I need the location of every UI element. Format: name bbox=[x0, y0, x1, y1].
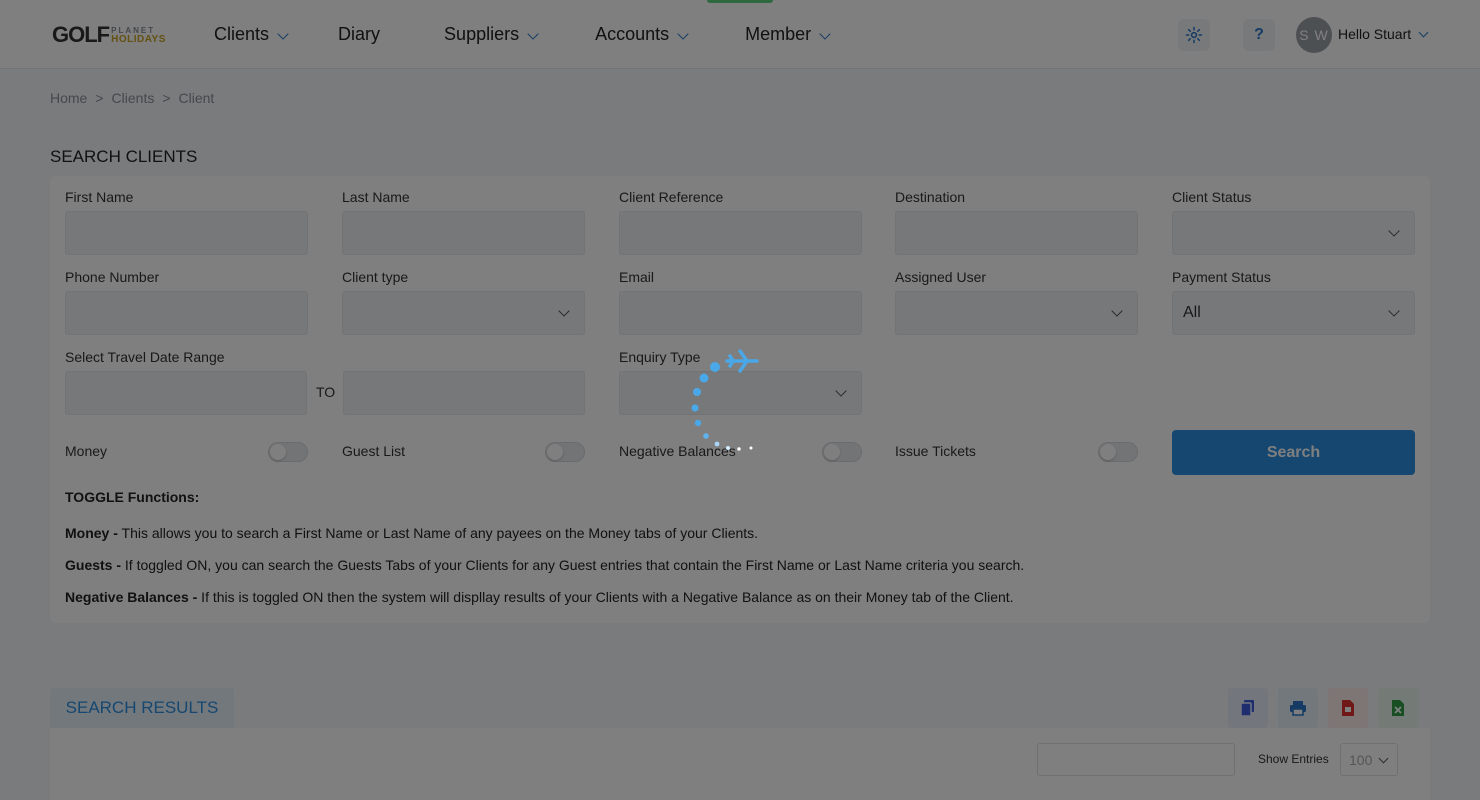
airplane-loader-icon bbox=[691, 349, 759, 451]
